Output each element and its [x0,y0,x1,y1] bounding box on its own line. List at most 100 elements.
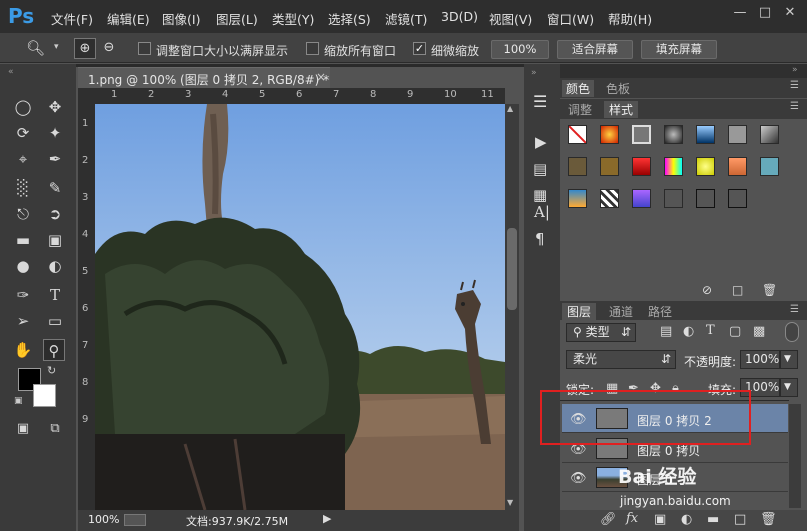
visibility-eye-icon[interactable]: 👁︎ [570,471,587,486]
menu-select[interactable]: 选择(S) [328,9,371,28]
delete-layer-icon[interactable]: 🗑︎ [760,512,777,527]
adjustment-layer-icon[interactable]: ◐ [681,512,692,527]
style-swatch[interactable] [728,189,747,208]
screen-mode-icon[interactable]: ⧉ [44,418,66,440]
marquee-tool-icon[interactable]: ◯ [12,96,34,118]
rectangle-tool-icon[interactable]: ▭ [44,310,66,332]
filter-type-icon[interactable]: T [706,323,715,338]
fill-screen-button[interactable]: 填充屏幕 [641,40,717,59]
blur-tool-icon[interactable]: ● [12,255,34,277]
minimize-icon[interactable]: — [730,5,750,21]
swap-colors-icon[interactable]: ↻ [47,364,56,377]
history-icon[interactable]: ☰ [533,92,547,111]
clear-style-icon[interactable]: ⊘ [702,283,712,297]
scrollbar-thumb[interactable] [507,228,517,310]
new-style-icon[interactable]: □ [732,283,743,297]
new-layer-icon[interactable]: □ [734,512,746,527]
default-colors-icon[interactable]: ▣ [14,396,23,406]
scroll-down-icon[interactable]: ▼ [507,498,513,507]
status-menu-icon[interactable]: ▶ [323,512,331,525]
opacity-input[interactable]: 100% [740,350,780,369]
3d-icon[interactable]: ▤ [533,160,547,178]
panel-menu-icon[interactable]: ☰ [790,101,799,112]
resize-windows-checkbox[interactable] [138,42,151,55]
menu-image[interactable]: 图像(I) [162,9,200,28]
menu-edit[interactable]: 编辑(E) [107,9,150,28]
filter-pixel-icon[interactable]: ▤ [660,324,672,339]
zoom-tool-icon[interactable]: 🔍︎ [26,39,45,57]
zoom-all-checkbox[interactable] [306,42,319,55]
style-swatch[interactable] [696,189,715,208]
fill-dropdown-icon[interactable]: ▼ [780,378,798,397]
eyedropper-icon[interactable]: ✒ [44,148,66,170]
style-swatch[interactable] [696,125,715,144]
panel-menu-icon[interactable]: ☰ [790,304,799,315]
style-swatch[interactable] [568,157,587,176]
filter-adjustment-icon[interactable]: ◐ [683,324,694,339]
tab-swatches[interactable]: 色板 [606,80,630,97]
properties-icon[interactable]: ▦ [533,186,547,204]
filter-toggle[interactable] [785,322,799,342]
collapse-icon[interactable]: « [8,67,14,77]
lasso-tool-icon[interactable]: ⟳ [12,122,34,144]
style-swatch[interactable] [632,157,651,176]
eraser-tool-icon[interactable]: ▬ [12,229,34,251]
dock-collapse-icon[interactable]: » [792,65,798,75]
style-swatch[interactable] [568,189,587,208]
gradient-tool-icon[interactable]: ▣ [44,229,66,251]
style-swatch[interactable] [664,157,683,176]
style-swatch[interactable] [600,157,619,176]
panel-menu-icon[interactable]: ☰ [790,80,799,91]
tab-layers[interactable]: 图层 [562,303,597,320]
character-icon[interactable]: A| [534,203,550,221]
scrubby-zoom-checkbox[interactable]: ✓ [413,42,426,55]
style-swatch[interactable] [728,125,747,144]
style-swatch[interactable] [760,125,779,144]
style-swatch[interactable] [632,189,651,208]
type-tool-icon[interactable]: T [44,284,66,306]
tab-adjustments[interactable]: 调整 [568,101,592,118]
style-swatch[interactable] [664,125,683,144]
add-mask-icon[interactable]: ▣ [654,512,666,527]
background-color-swatch[interactable] [33,384,56,407]
menu-view[interactable]: 视图(V) [489,9,532,28]
opacity-dropdown-icon[interactable]: ▼ [780,350,798,369]
menu-type[interactable]: 类型(Y) [272,9,314,28]
expand-icon[interactable]: » [531,68,537,78]
paragraph-icon[interactable]: ¶ [535,230,545,248]
pen-tool-icon[interactable]: ✑ [12,284,34,306]
tab-styles[interactable]: 样式 [604,101,639,118]
close-document-icon[interactable]: × [316,70,326,84]
style-swatch[interactable] [664,189,683,208]
style-swatch[interactable] [600,125,619,144]
maximize-icon[interactable]: □ [755,5,775,21]
zoom-level[interactable]: 100% [88,513,119,526]
style-swatch[interactable] [600,189,619,208]
tab-channels[interactable]: 通道 [609,303,633,320]
zoom-out-icon[interactable]: ⊖ [98,38,120,59]
move-tool-icon[interactable]: ✥ [44,96,66,118]
style-swatch[interactable] [728,157,747,176]
menu-filter[interactable]: 滤镜(T) [385,9,427,28]
layer-filter-kind[interactable]: ⚲ 类型 ⇵ [566,323,636,342]
history-brush-icon[interactable]: ➲ [44,203,66,225]
zoom-tool-selected-icon[interactable]: ⚲ [43,339,65,361]
layers-scrollbar[interactable] [789,404,801,508]
new-group-icon[interactable]: ▬ [707,512,719,527]
scroll-up-icon[interactable]: ▲ [507,104,513,113]
style-none-swatch[interactable] [568,125,587,144]
tool-preset-dropdown-icon[interactable]: ▾ [54,42,59,52]
actions-icon[interactable]: ▶ [535,133,547,151]
filter-shape-icon[interactable]: ▢ [729,324,741,339]
menu-window[interactable]: 窗口(W) [547,9,594,28]
clone-stamp-icon[interactable]: ⎋ [12,203,34,225]
dodge-tool-icon[interactable]: ◐ [44,255,66,277]
crop-tool-icon[interactable]: ⌖ [12,148,34,170]
filter-smart-object-icon[interactable]: ▩ [753,324,765,339]
canvas-image[interactable] [95,104,505,510]
path-selection-icon[interactable]: ➢ [12,310,34,332]
style-swatch[interactable] [632,125,651,144]
layer-style-icon[interactable]: fx [626,511,638,526]
zoom-in-icon[interactable]: ⊕ [74,38,96,59]
menu-layer[interactable]: 图层(L) [216,9,258,28]
